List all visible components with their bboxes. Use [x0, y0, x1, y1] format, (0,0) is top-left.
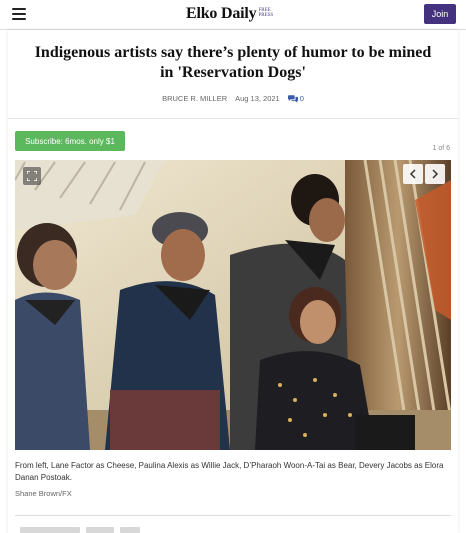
byline: BRUCE R. MILLER Aug 13, 2021 0 [8, 94, 458, 103]
logo-subtext: Free Press [258, 8, 274, 18]
divider [15, 515, 451, 516]
logo-text: Elko Daily [186, 5, 257, 22]
truncated-content [20, 527, 140, 533]
divider [8, 118, 458, 119]
chevron-right-icon[interactable] [425, 164, 445, 184]
gallery-photo[interactable] [15, 160, 451, 450]
gallery-nav [403, 164, 445, 184]
gallery-counter: 1 of 6 [432, 145, 450, 152]
cast-photo-image [15, 160, 451, 450]
chevron-right-glyph [432, 169, 439, 179]
subscribe-button[interactable]: Subscribe: 6mos. only $1 [15, 131, 125, 151]
chevron-left-glyph [409, 169, 416, 179]
site-logo[interactable]: Elko Daily Free Press [186, 5, 280, 23]
author-link[interactable]: BRUCE R. MILLER [162, 94, 227, 103]
join-button[interactable]: Join [424, 4, 456, 24]
expand-icon[interactable] [23, 167, 41, 185]
comment-count-link[interactable]: 0 [287, 94, 304, 103]
chevron-left-icon[interactable] [403, 164, 423, 184]
comments-icon [287, 94, 298, 103]
expand-glyph [27, 171, 37, 181]
photo-credit: Shane Brown/FX [15, 489, 72, 498]
top-bar: Elko Daily Free Press Join [0, 0, 466, 30]
publish-date: Aug 13, 2021 [235, 94, 280, 103]
hamburger-icon[interactable] [12, 8, 26, 20]
article-card: Indigenous artists say there’s plenty of… [8, 30, 458, 533]
comment-count: 0 [299, 94, 304, 103]
article-headline: Indigenous artists say there’s plenty of… [34, 44, 432, 81]
photo-caption: From left, Lane Factor as Cheese, Paulin… [15, 461, 444, 482]
